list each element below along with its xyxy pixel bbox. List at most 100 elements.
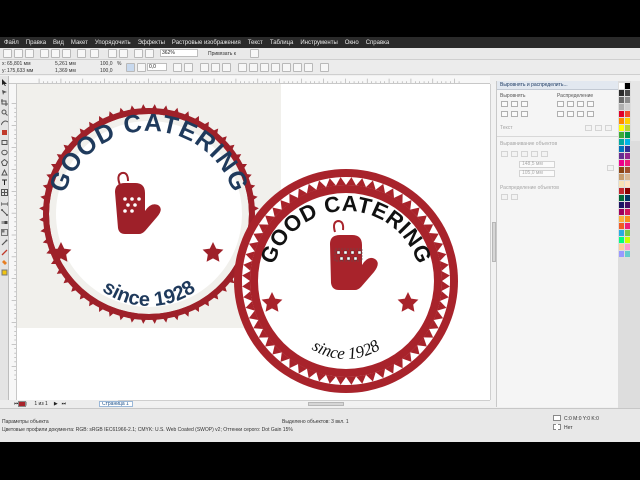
palette-swatch[interactable] [619, 83, 624, 89]
palette-swatch[interactable] [625, 167, 630, 173]
palette-swatch[interactable] [619, 90, 624, 96]
fill-tool-icon[interactable] [1, 259, 8, 266]
interactive-fill-tool-icon[interactable] [1, 269, 8, 276]
menu-item-help[interactable]: Справка [366, 40, 390, 46]
palette-swatch[interactable] [625, 237, 630, 243]
align-to-point-icon[interactable] [541, 151, 548, 157]
shape-tool-icon[interactable] [1, 89, 8, 96]
cut-icon[interactable] [40, 49, 49, 58]
angle-field[interactable]: 0,0 [147, 63, 167, 71]
align-to-page-edge-icon[interactable] [511, 151, 518, 157]
palette-swatch[interactable] [619, 146, 624, 152]
weld-icon[interactable] [238, 63, 247, 72]
group-icon[interactable] [200, 63, 209, 72]
status-color-profiles[interactable]: Цветовые профили документа: RGB: sRGB IE… [2, 427, 293, 433]
fill-swatch[interactable] [553, 415, 561, 421]
menu-item-bitmaps[interactable]: Растровые изображения [172, 40, 241, 46]
distribute-left-icon[interactable] [557, 101, 564, 107]
palette-swatch[interactable] [625, 146, 630, 152]
scale-x-field[interactable]: 100,0 [100, 61, 113, 67]
outline-swatch[interactable] [553, 424, 561, 430]
transparency-tool-icon[interactable] [1, 229, 8, 236]
palette-swatch[interactable] [619, 111, 624, 117]
open-icon[interactable] [14, 49, 23, 58]
palette-swatch[interactable] [619, 237, 624, 243]
x-position-field[interactable]: 65,801 мм [7, 61, 31, 67]
text-last-line-icon[interactable] [595, 125, 602, 131]
vertical-ruler[interactable] [9, 84, 17, 400]
align-point-y-field[interactable]: 105,0 мм [519, 170, 555, 177]
palette-swatch[interactable] [619, 139, 624, 145]
polygon-tool-icon[interactable] [1, 159, 8, 166]
launcher-icon[interactable] [134, 49, 143, 58]
palette-swatch[interactable] [625, 209, 630, 215]
options-icon[interactable] [250, 49, 259, 58]
palette-swatch[interactable] [619, 153, 624, 159]
menu-item-edit[interactable]: Правка [26, 40, 46, 46]
horizontal-ruler[interactable] [9, 76, 490, 84]
distribute-center-h-icon[interactable] [567, 101, 574, 107]
height-field[interactable]: 1,369 мм [55, 68, 76, 74]
palette-swatch[interactable] [619, 97, 624, 103]
width-field[interactable]: 5,261 мм [55, 61, 76, 67]
text-bbox-icon[interactable] [605, 125, 612, 131]
distribute-right-icon[interactable] [577, 101, 584, 107]
freehand-tool-icon[interactable] [1, 119, 8, 126]
palette-swatch[interactable] [625, 153, 630, 159]
palette-swatch[interactable] [625, 111, 630, 117]
palette-swatch[interactable] [625, 223, 630, 229]
align-top-icon[interactable] [501, 111, 508, 117]
pick-point-icon[interactable] [607, 165, 614, 171]
paste-icon[interactable] [62, 49, 71, 58]
menu-item-tools[interactable]: Инструменты [300, 40, 337, 46]
next-page-icon[interactable]: ▶ [54, 401, 58, 407]
palette-swatch[interactable] [619, 174, 624, 180]
welcome-icon[interactable] [145, 49, 154, 58]
ungroup-icon[interactable] [211, 63, 220, 72]
align-to-grid-icon[interactable] [531, 151, 538, 157]
logo-vector-right[interactable]: GOOD CATERING since 1928 [227, 162, 465, 400]
menu-item-view[interactable]: Вид [53, 40, 64, 46]
align-bottom-icon[interactable] [521, 111, 528, 117]
palette-swatch[interactable] [625, 97, 630, 103]
align-center-h-icon[interactable] [511, 101, 518, 107]
palette-swatch[interactable] [619, 244, 624, 250]
redo-icon[interactable] [90, 49, 99, 58]
palette-swatch[interactable] [625, 160, 630, 166]
palette-swatch[interactable] [625, 83, 630, 89]
distribute-spacing-v-icon[interactable] [587, 111, 594, 117]
menu-item-table[interactable]: Таблица [270, 40, 294, 46]
align-right-icon[interactable] [521, 101, 528, 107]
import-icon[interactable] [108, 49, 117, 58]
new-document-icon[interactable] [3, 49, 12, 58]
mirror-vertical-icon[interactable] [184, 63, 193, 72]
menu-item-file[interactable]: Файл [4, 40, 19, 46]
palette-swatch[interactable] [619, 118, 624, 124]
create-boundary-icon[interactable] [304, 63, 313, 72]
horizontal-scroll-thumb[interactable] [308, 402, 344, 406]
doc-color-swatch[interactable] [18, 401, 26, 407]
basic-shapes-tool-icon[interactable] [1, 169, 8, 176]
palette-swatch[interactable] [625, 181, 630, 187]
blend-tool-icon[interactable] [1, 219, 8, 226]
palette-swatch[interactable] [619, 125, 624, 131]
align-point-x-field[interactable]: 148,5 мм [519, 161, 555, 168]
palette-swatch[interactable] [619, 251, 624, 257]
page-tab[interactable]: Страница 1 [99, 401, 133, 407]
palette-swatch[interactable] [625, 132, 630, 138]
zoom-tool-icon[interactable] [1, 109, 8, 116]
palette-swatch[interactable] [619, 209, 624, 215]
palette-swatch[interactable] [625, 118, 630, 124]
save-icon[interactable] [25, 49, 34, 58]
outline-tool-icon[interactable] [1, 249, 8, 256]
text-first-line-icon[interactable] [585, 125, 592, 131]
intersect-icon[interactable] [260, 63, 269, 72]
text-tool-icon[interactable] [1, 179, 8, 186]
palette-swatch[interactable] [625, 104, 630, 110]
palette-swatch[interactable] [625, 139, 630, 145]
last-page-icon[interactable]: ⏭ [62, 401, 67, 407]
align-distribute-icon[interactable] [320, 63, 329, 72]
palette-swatch[interactable] [619, 181, 624, 187]
y-position-field[interactable]: 175,633 мм [7, 68, 33, 74]
distribute-bottom-icon[interactable] [577, 111, 584, 117]
